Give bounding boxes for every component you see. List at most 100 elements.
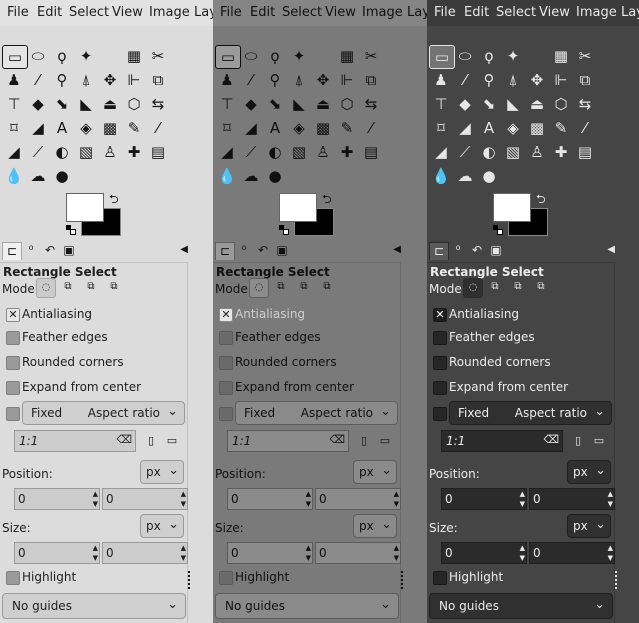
blur-icon[interactable]: 💧 [429, 165, 453, 187]
scale-icon[interactable]: ⬊ [50, 93, 74, 115]
menu-select[interactable]: Select [69, 5, 109, 20]
text-icon[interactable]: A [477, 117, 501, 139]
free-select-icon[interactable]: ϙ [50, 45, 74, 67]
position-y-field[interactable]: 0 ▲ ▼ [102, 488, 188, 510]
guides-combo[interactable]: No guides ⌄ [215, 593, 399, 619]
resize-grip-icon[interactable] [401, 571, 405, 589]
position-unit-combo[interactable]: px ⌄ [353, 460, 397, 484]
position-y-field[interactable]: 0 ▲ ▼ [529, 488, 615, 510]
size-unit-combo[interactable]: px ⌄ [567, 514, 611, 538]
clone-icon[interactable]: ♙ [98, 141, 122, 163]
menu-image[interactable]: Image [576, 5, 617, 20]
mypaint-icon[interactable]: ▧ [74, 141, 98, 163]
airbrush-icon[interactable]: ⟋ [26, 141, 50, 163]
spin-arrows-icon[interactable]: ▲ ▼ [93, 543, 98, 563]
feather-edges-checkbox[interactable] [433, 331, 447, 345]
position-unit-combo[interactable]: px ⌄ [567, 460, 611, 484]
expand-from-center-checkbox[interactable] [433, 381, 447, 395]
menu-layer[interactable]: Lay [194, 5, 213, 20]
align-icon[interactable]: ⊩ [549, 69, 573, 91]
landscape-icon[interactable]: ▭ [592, 434, 606, 448]
position-x-field[interactable]: 0 ▲ ▼ [227, 488, 313, 510]
tab-undo-history[interactable]: ↶ [41, 242, 59, 259]
perspective-clone-icon[interactable]: ▤ [573, 141, 597, 163]
tab-images[interactable]: ▣ [273, 242, 291, 259]
mode-intersect-button[interactable]: ⧉ [318, 278, 336, 296]
mode-subtract-button[interactable]: ⧉ [509, 278, 527, 296]
clone-icon[interactable]: ♙ [525, 141, 549, 163]
gradient-icon[interactable]: ▩ [525, 117, 549, 139]
text-icon[interactable]: A [50, 117, 74, 139]
clear-entry-icon[interactable]: ⌫ [543, 433, 559, 446]
swap-colors-icon[interactable]: ⮌ [536, 190, 546, 211]
move-icon[interactable]: ✥ [98, 69, 122, 91]
tab-menu-icon[interactable]: ◀ [393, 244, 401, 255]
antialiasing-checkbox[interactable]: ✕ [433, 308, 447, 322]
perspective-icon[interactable]: ⏏ [311, 93, 335, 115]
pencil-icon[interactable]: ✎ [549, 117, 573, 139]
rotate-icon[interactable]: ◆ [239, 93, 263, 115]
resize-grip-icon[interactable] [188, 571, 192, 589]
scissors-icon[interactable]: ✂ [146, 45, 170, 67]
measure-icon[interactable]: ⍋ [74, 69, 98, 91]
menu-layer[interactable]: Lay [621, 5, 639, 20]
ratio-entry[interactable]: 1:1 ⌫ [227, 430, 349, 452]
color-select-icon[interactable]: ▦ [335, 45, 359, 67]
tab-device-status[interactable]: ⁰ [22, 242, 40, 259]
foreground-color-swatch[interactable] [66, 193, 104, 222]
size-unit-combo[interactable]: px ⌄ [353, 514, 397, 538]
menu-edit[interactable]: Edit [464, 5, 489, 20]
size-width-field[interactable]: 0 ▲ ▼ [14, 542, 100, 564]
feather-edges-checkbox[interactable] [219, 331, 233, 345]
cage-transform-icon[interactable]: ⌑ [215, 117, 239, 139]
landscape-icon[interactable]: ▭ [165, 434, 179, 448]
spin-arrows-icon[interactable]: ▲ ▼ [608, 543, 613, 563]
expand-from-center-checkbox[interactable] [219, 381, 233, 395]
tab-tool-options[interactable]: ⊏ [215, 242, 235, 260]
mypaint-icon[interactable]: ▧ [287, 141, 311, 163]
position-x-field[interactable]: 0 ▲ ▼ [441, 488, 527, 510]
smudge-icon[interactable]: ☁ [239, 165, 263, 187]
zoom-icon[interactable]: ⚲ [477, 69, 501, 91]
tab-undo-history[interactable]: ↶ [254, 242, 272, 259]
align-icon[interactable]: ⊩ [335, 69, 359, 91]
bucket-fill-icon[interactable]: ◈ [501, 117, 525, 139]
landscape-icon[interactable]: ▭ [378, 434, 392, 448]
menu-view[interactable]: View [112, 5, 143, 20]
dodge-burn-icon[interactable]: ● [477, 165, 501, 187]
3d-transform-icon[interactable]: ⬡ [122, 93, 146, 115]
menu-file[interactable]: File [220, 5, 242, 20]
dodge-burn-icon[interactable]: ● [263, 165, 287, 187]
default-colors-icon[interactable] [493, 225, 503, 235]
size-unit-combo[interactable]: px ⌄ [140, 514, 184, 538]
smudge-icon[interactable]: ☁ [453, 165, 477, 187]
shear-icon[interactable]: ◣ [74, 93, 98, 115]
rounded-corners-checkbox[interactable] [6, 356, 20, 370]
unified-transform-icon[interactable]: ⊤ [215, 93, 239, 115]
foreground-select-icon[interactable]: ♟ [215, 69, 239, 91]
blur-icon[interactable]: 💧 [2, 165, 26, 187]
rotate-icon[interactable]: ◆ [453, 93, 477, 115]
size-height-field[interactable]: 0 ▲ ▼ [529, 542, 615, 564]
expand-from-center-checkbox[interactable] [6, 381, 20, 395]
heal-icon[interactable]: ✚ [122, 141, 146, 163]
cage-transform-icon[interactable]: ⌑ [429, 117, 453, 139]
ratio-entry[interactable]: 1:1 ⌫ [441, 430, 563, 452]
rounded-corners-checkbox[interactable] [433, 356, 447, 370]
spin-arrows-icon[interactable]: ▲ ▼ [608, 489, 613, 509]
spin-arrows-icon[interactable]: ▲ ▼ [181, 489, 186, 509]
gradient-icon[interactable]: ▩ [311, 117, 335, 139]
highlight-checkbox[interactable] [433, 571, 447, 585]
perspective-clone-icon[interactable]: ▤ [359, 141, 383, 163]
swap-colors-icon[interactable]: ⮌ [322, 190, 332, 211]
tab-device-status[interactable]: ⁰ [235, 242, 253, 259]
mode-subtract-button[interactable]: ⧉ [295, 278, 313, 296]
tab-images[interactable]: ▣ [60, 242, 78, 259]
mode-replace-button[interactable]: ◌ [463, 278, 483, 298]
airbrush-icon[interactable]: ⟋ [453, 141, 477, 163]
foreground-select-icon[interactable]: ♟ [2, 69, 26, 91]
clear-entry-icon[interactable]: ⌫ [329, 433, 345, 446]
rounded-corners-checkbox[interactable] [219, 356, 233, 370]
mode-add-button[interactable]: ⧉ [486, 278, 504, 296]
ink-icon[interactable]: ◐ [50, 141, 74, 163]
